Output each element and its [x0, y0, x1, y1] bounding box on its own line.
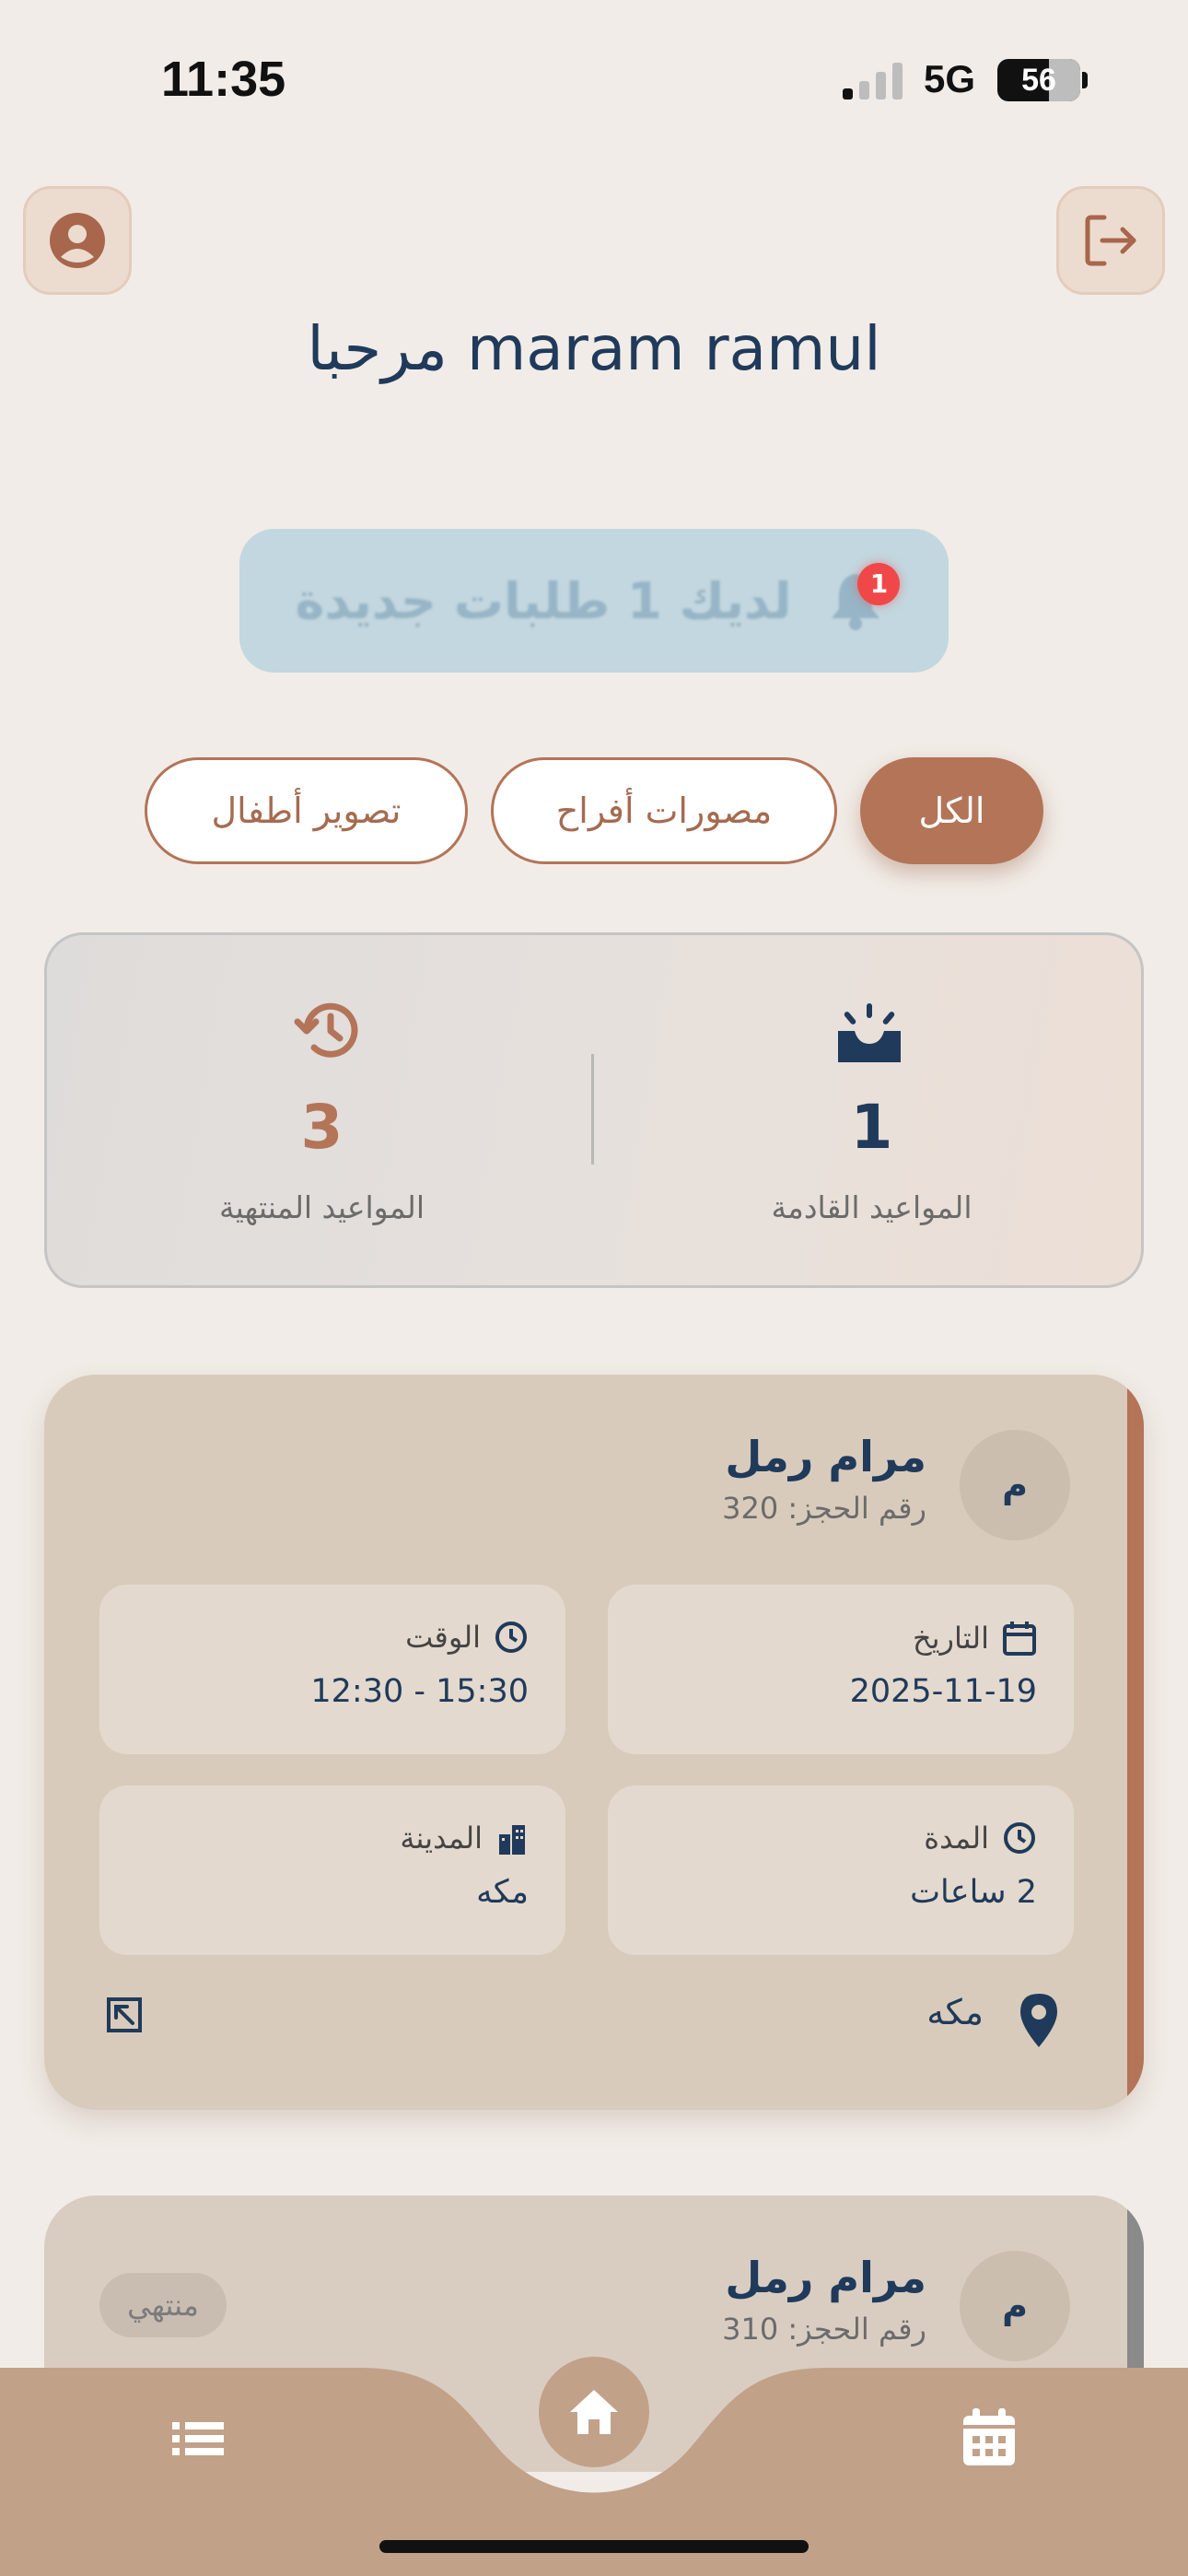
stats-card: 3 المواعيد المنتهية 1 المواعيد القادمة — [44, 932, 1144, 1288]
client-name: مرام رمل — [725, 2253, 926, 2302]
welcome-title: مرحبا maram ramul — [307, 313, 881, 384]
user-icon — [50, 213, 105, 268]
list-icon[interactable] — [170, 2418, 226, 2459]
logout-icon — [1085, 215, 1136, 266]
finished-label: المواعيد المنتهية — [218, 1189, 425, 1225]
city-icon — [499, 1825, 525, 1855]
date-label: التاريخ — [912, 1621, 989, 1656]
booking-number: رقم الحجز: 320 — [722, 1491, 926, 1526]
new-requests-banner[interactable]: لديك 1 طلبات جديدة 1 — [239, 529, 949, 673]
home-button[interactable] — [539, 2357, 649, 2467]
avatar: م — [960, 1430, 1070, 1540]
history-icon — [294, 1002, 358, 1058]
new-requests-text: لديك 1 طلبات جديدة — [295, 571, 792, 630]
upcoming-stat: 1 المواعيد القادمة — [597, 935, 1147, 1291]
client-name: مرام رمل — [725, 1432, 926, 1481]
location-text: مكه — [926, 1992, 984, 2032]
duration-box: المدة 2 ساعات — [608, 1786, 1074, 1955]
booking-card[interactable]: م مرام رمل رقم الحجز: 320 التاريخ 2025-1… — [44, 1375, 1144, 2110]
upcoming-count: 1 — [850, 1092, 893, 1163]
tab-wedding-photographers[interactable]: مصورات أفراح — [491, 757, 837, 864]
card-accent-bar — [1127, 1375, 1144, 2110]
city-value: مكه — [476, 1874, 529, 1911]
date-box: التاريخ 2025-11-19 — [608, 1585, 1074, 1754]
status-time: 11:35 — [161, 52, 286, 107]
home-indicator — [379, 2540, 809, 2553]
clock-icon — [1004, 1822, 1035, 1854]
booking-number: رقم الحجز: 310 — [722, 2312, 926, 2347]
notification-badge: 1 — [857, 563, 901, 605]
time-label: الوقت — [405, 1620, 481, 1655]
upcoming-inbox-icon — [838, 1003, 901, 1062]
home-icon — [570, 2390, 618, 2434]
city-box: المدينة مكه — [99, 1786, 565, 1955]
open-map-icon[interactable] — [103, 1994, 146, 2036]
city-label: المدينة — [400, 1821, 483, 1856]
upcoming-label: المواعيد القادمة — [771, 1189, 973, 1225]
bell-icon: 1 — [828, 563, 901, 633]
time-value: 12:30 - 15:30 — [310, 1673, 529, 1710]
time-box: الوقت 12:30 - 15:30 — [99, 1585, 565, 1754]
avatar: م — [960, 2251, 1070, 2361]
logout-button[interactable] — [1056, 186, 1165, 295]
battery-level: 56 — [1021, 63, 1056, 98]
duration-value: 2 ساعات — [910, 1874, 1037, 1911]
date-value: 2025-11-19 — [849, 1673, 1037, 1710]
finished-stat: 3 المواعيد المنتهية — [47, 935, 597, 1291]
stats-divider — [591, 1054, 594, 1165]
battery-icon: 56 — [997, 59, 1080, 101]
duration-label: المدة — [924, 1821, 989, 1856]
profile-button[interactable] — [23, 186, 132, 295]
tab-kids-photography[interactable]: تصوير أطفال — [145, 757, 468, 864]
calendar-nav-icon[interactable] — [961, 2408, 1017, 2467]
status-badge: منتهي — [99, 2273, 227, 2337]
calendar-icon — [1003, 1622, 1036, 1656]
location-pin-icon — [1020, 1994, 1057, 2047]
tab-all[interactable]: الكل — [860, 757, 1043, 864]
network-label: 5G — [924, 57, 976, 100]
signal-icon — [843, 63, 903, 100]
finished-count: 3 — [300, 1092, 344, 1163]
battery-tip — [1082, 72, 1088, 88]
clock-icon — [495, 1622, 527, 1653]
